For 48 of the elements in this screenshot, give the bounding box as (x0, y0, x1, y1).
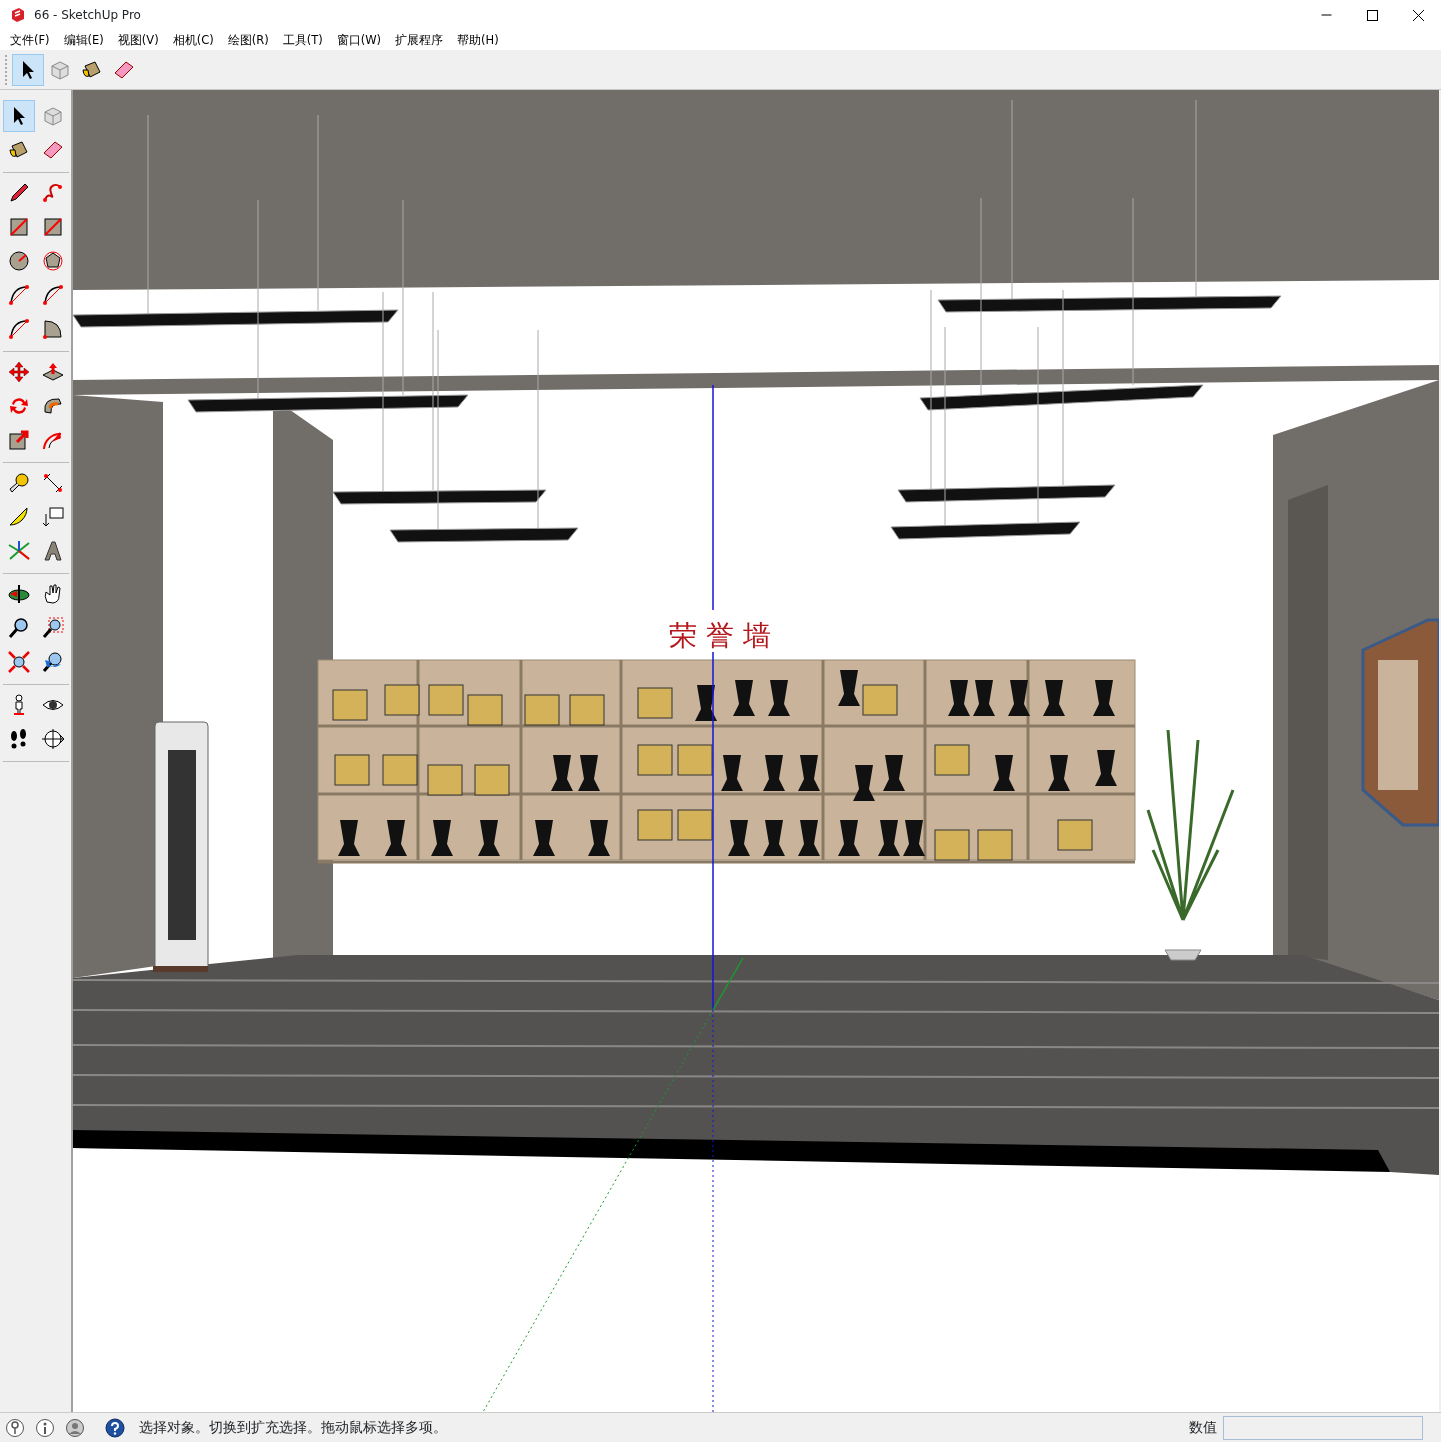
pie-icon (41, 317, 65, 341)
orbit-icon (7, 582, 31, 606)
squiggle-icon (41, 181, 65, 205)
polygon-icon (41, 249, 65, 273)
menu-item[interactable]: 文件(F) (3, 30, 57, 50)
menu-item[interactable]: 相机(C) (165, 30, 221, 50)
menu-item[interactable]: 扩展程序 (388, 30, 451, 50)
arc-icon (7, 283, 31, 307)
rectangle-icon (41, 215, 65, 239)
dimension-icon (41, 471, 65, 495)
3d-viewport[interactable]: 荣 誉 墙 (73, 90, 1439, 1412)
minimize-icon (1320, 14, 1332, 16)
maximize-icon (1364, 7, 1380, 23)
tool-button[interactable] (12, 53, 44, 86)
arc-icon (7, 317, 31, 341)
zoom-window-icon (41, 616, 65, 640)
circle-icon (7, 249, 31, 273)
axes-icon (7, 539, 31, 563)
status-message: 选择对象。切换到扩充选择。拖动鼠标选择多项。 (139, 1418, 448, 1437)
measurements-label: 数值 (1189, 1418, 1217, 1437)
scale-icon (7, 428, 31, 452)
text-label-icon (41, 505, 65, 529)
wall-sign-text: 荣 誉 墙 (669, 619, 771, 652)
zoom-extents-icon (7, 650, 31, 674)
rectangle-icon (7, 215, 31, 239)
menu-item[interactable]: 帮助(H) (450, 30, 506, 50)
tape-measure-icon (7, 471, 31, 495)
menu-item[interactable]: 窗口(W) (329, 30, 389, 50)
magnifier-icon (7, 616, 31, 640)
geo-location-icon[interactable] (5, 1417, 25, 1438)
tool-button[interactable] (3, 100, 35, 132)
move-arrows-icon (7, 360, 31, 384)
back-arrow-icon (41, 650, 65, 674)
3d-letter-icon (41, 539, 65, 563)
menu-item[interactable]: 视图(V) (110, 30, 166, 50)
pencil-icon (7, 181, 31, 205)
measurements-field[interactable] (1223, 1415, 1423, 1440)
help-icon[interactable] (105, 1417, 125, 1438)
menu-item[interactable]: 工具(T) (275, 30, 330, 50)
info-icon[interactable] (35, 1417, 55, 1438)
arc-icon (41, 283, 65, 307)
window-title: 66 - SketchUp Pro (34, 7, 142, 24)
app-logo-icon (10, 7, 26, 23)
close-icon (1410, 7, 1426, 23)
menu-item[interactable]: 绘图(R) (220, 30, 276, 50)
user-icon[interactable] (65, 1417, 85, 1438)
section-plane-icon (41, 727, 65, 751)
menu-item[interactable]: 编辑(E) (56, 30, 111, 50)
